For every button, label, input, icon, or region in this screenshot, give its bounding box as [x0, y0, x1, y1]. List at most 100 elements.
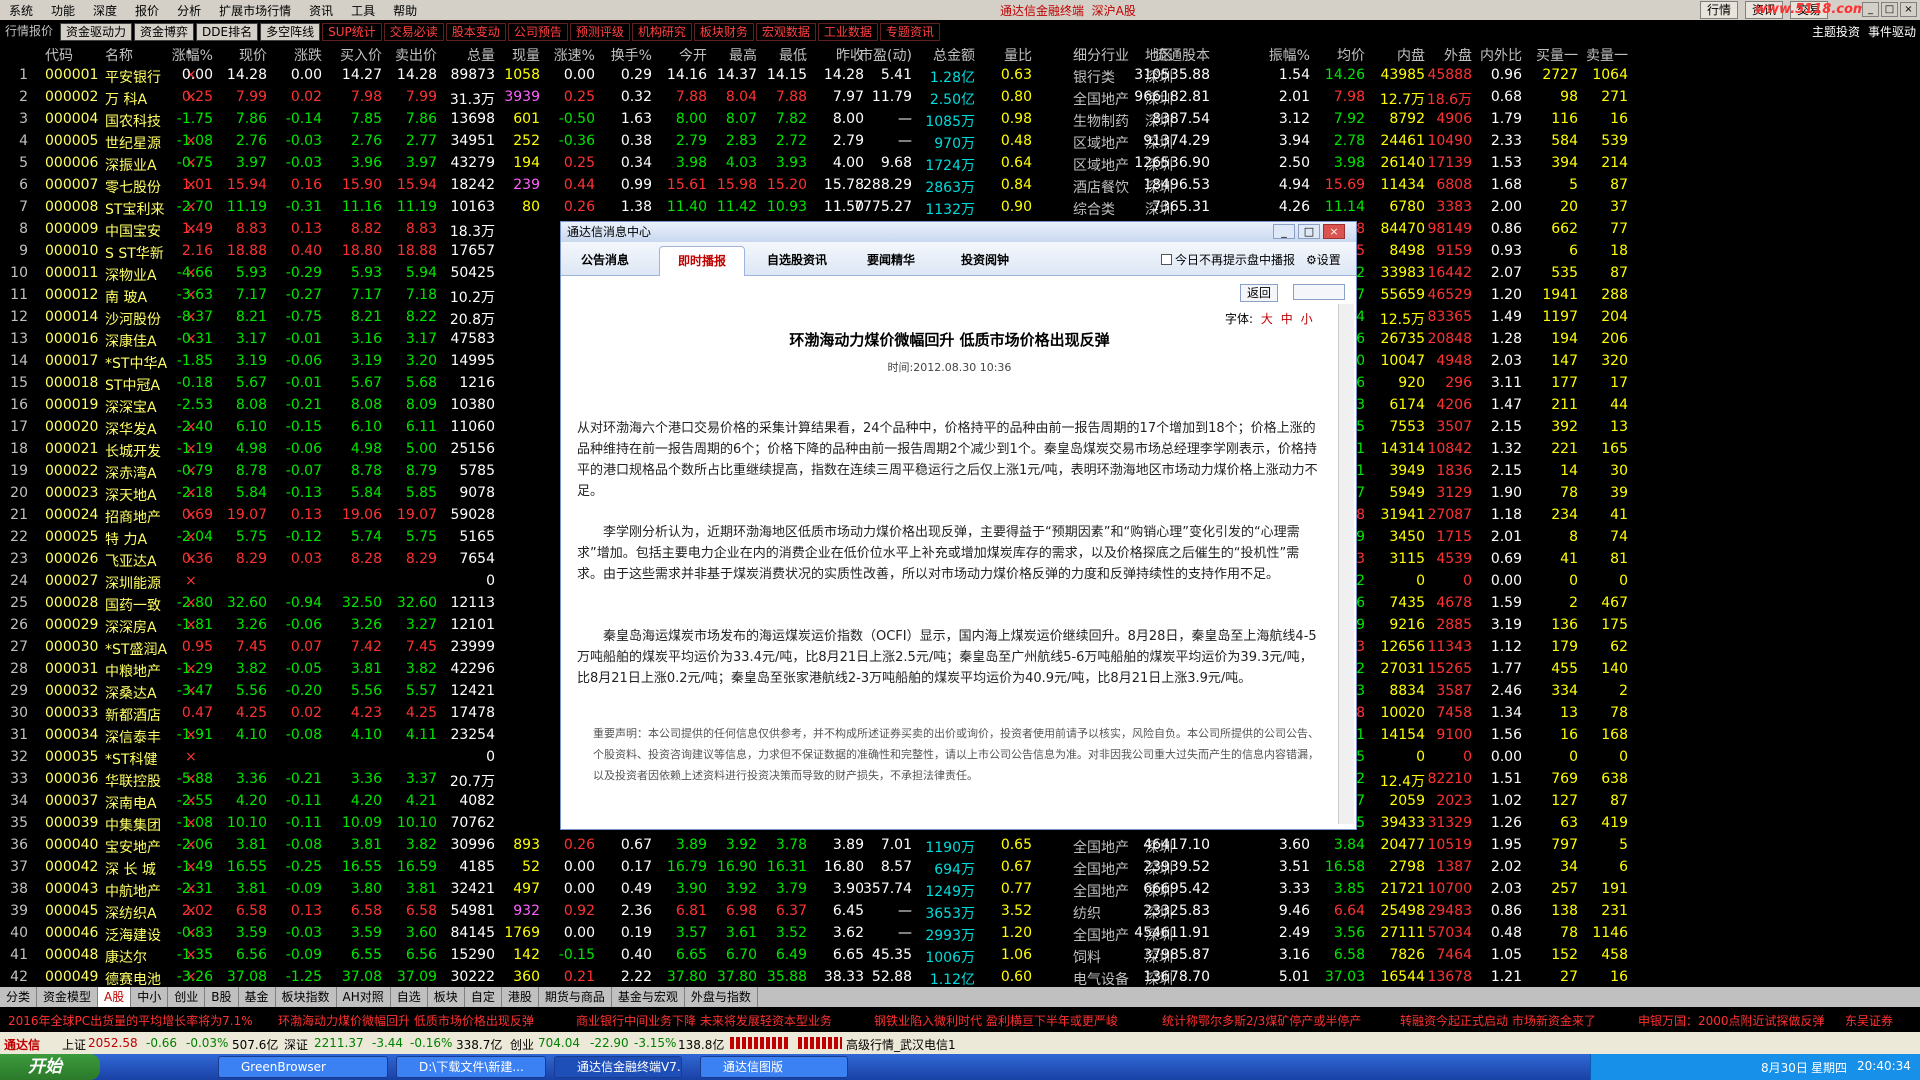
- function-tab[interactable]: 板块财务: [693, 22, 754, 41]
- menu-item[interactable]: 资讯: [300, 2, 342, 19]
- table-row[interactable]: 36 000040 宝安地产 × -2.06 3.81 -0.08 3.81 3.82 30996…: [0, 835, 1920, 857]
- view-mode-buttons[interactable]: [1293, 284, 1345, 300]
- market-tab[interactable]: 分类: [0, 987, 38, 1007]
- table-row[interactable]: 5 000006 深振业A × -0.75 3.97 -0.03 3.96 3.97 43279 1…: [0, 153, 1920, 175]
- theme-invest-link[interactable]: 主题投资: [1812, 23, 1860, 40]
- task-greenbrowser[interactable]: GreenBrowser: [218, 1056, 388, 1078]
- tab-investment-bell[interactable]: 投资阅钟: [961, 251, 1009, 268]
- column-header-cell[interactable]: 内外比: [1472, 45, 1522, 65]
- font-large[interactable]: 大: [1261, 312, 1273, 326]
- column-header-cell[interactable]: 买入价: [330, 45, 382, 65]
- column-header-cell[interactable]: 代码: [45, 45, 73, 65]
- minimize-icon[interactable]: _: [1862, 2, 1879, 17]
- function-tab[interactable]: 股本变动: [445, 22, 506, 41]
- table-row[interactable]: 1 000001 平安银行 × 0.00 14.28 0.00 14.27 14.28 89873…: [0, 65, 1920, 87]
- column-header-cell[interactable]: 现量: [490, 45, 540, 65]
- ticker-item[interactable]: 商业银行中间业务下降 未来将发展轻资本型业务: [576, 1012, 832, 1029]
- function-tab[interactable]: 工业数据: [817, 22, 878, 41]
- table-row[interactable]: 3 000004 国农科技 -1.75 7.86 -0.14 7.85 7.86 13698 60…: [0, 109, 1920, 131]
- task-explorer[interactable]: D:\下载文件\新建...: [396, 1056, 546, 1078]
- table-row[interactable]: 42 000049 德赛电池 × -3.26 37.08 -1.25 37.08 37.09 30…: [0, 967, 1920, 987]
- tab-announcements[interactable]: 公告消息: [581, 251, 629, 268]
- tab-live-broadcast[interactable]: 即时播报: [659, 246, 746, 276]
- menu-item[interactable]: 工具: [342, 2, 384, 19]
- tab-watchlist-news[interactable]: 自选股资讯: [767, 251, 827, 268]
- ticker-item[interactable]: 申银万国：2000点附近试探做反弹: [1638, 1012, 1825, 1029]
- maximize-icon[interactable]: □: [1881, 2, 1898, 17]
- market-tab[interactable]: 自选: [391, 987, 428, 1007]
- ticker-item[interactable]: 钢铁业陷入微利时代 盈利横亘下半年或更严峻: [874, 1012, 1118, 1029]
- market-tab[interactable]: 资金模型: [37, 987, 99, 1007]
- quote-mode-button[interactable]: 行情: [1700, 1, 1739, 19]
- function-tab[interactable]: 预测评级: [569, 22, 630, 41]
- ticker-item[interactable]: 2016年全球PC出货量的平均增长率将为7.1%: [8, 1012, 253, 1029]
- column-header-cell[interactable]: 卖出价: [381, 45, 437, 65]
- column-header-cell[interactable]: 总量: [443, 45, 495, 65]
- close-icon[interactable]: ×: [1900, 2, 1917, 17]
- column-header-cell[interactable]: 总金额: [923, 45, 975, 65]
- task-tdx-chart[interactable]: 通达信图版: [700, 1056, 848, 1078]
- market-tab[interactable]: 期货与商品: [539, 987, 612, 1007]
- task-tdx-terminal[interactable]: 通达信金融终端V7...: [554, 1056, 682, 1078]
- table-row[interactable]: 6 000007 零七股份 × 1.01 15.94 0.16 15.90 15.94 18242…: [0, 175, 1920, 197]
- start-button[interactable]: 开始: [0, 1054, 100, 1080]
- menu-item[interactable]: 功能: [42, 2, 84, 19]
- market-tab[interactable]: 基金: [239, 987, 276, 1007]
- market-tab[interactable]: 基金与宏观: [612, 987, 685, 1007]
- dialog-close-icon[interactable]: ×: [1323, 224, 1345, 239]
- function-tab[interactable]: 交易必读: [383, 22, 444, 41]
- function-tab[interactable]: 专题资讯: [879, 22, 940, 41]
- table-row[interactable]: 37 000042 深 长 城 × -1.49 16.55 -0.25 16.55 16.59 4…: [0, 857, 1920, 879]
- column-header-cell[interactable]: 买量一: [1530, 45, 1578, 65]
- function-tab[interactable]: 资金博弈: [134, 22, 195, 41]
- market-tab[interactable]: AH对照: [337, 987, 391, 1007]
- tab-headlines[interactable]: 要闻精华: [867, 251, 915, 268]
- market-tab[interactable]: 板块指数: [276, 987, 337, 1007]
- table-row[interactable]: 7 000008 ST宝利来 × -2.70 11.19 -0.31 11.16 11.19 10…: [0, 197, 1920, 219]
- market-tab[interactable]: B股: [205, 987, 239, 1007]
- no-remind-checkbox[interactable]: 今日不再提示盘中播报: [1161, 251, 1295, 268]
- ticker-item[interactable]: 东吴证券: [1845, 1012, 1893, 1029]
- dialog-minimize-icon[interactable]: _: [1273, 224, 1295, 239]
- table-row[interactable]: 38 000043 中航地产 × -2.31 3.81 -0.09 3.80 3.81 32421…: [0, 879, 1920, 901]
- column-header-cell[interactable]: 涨跌: [270, 45, 322, 65]
- menu-item[interactable]: 深度: [84, 2, 126, 19]
- menu-item[interactable]: 分析: [168, 2, 210, 19]
- function-tab[interactable]: 行情报价: [0, 22, 59, 41]
- table-row[interactable]: 2 000002 万 科A × 0.25 7.99 0.02 7.98 7.99 31.3万 393…: [0, 87, 1920, 109]
- market-tab[interactable]: 中小: [131, 987, 169, 1007]
- column-header-cell[interactable]: 换手%: [602, 45, 652, 65]
- settings-button[interactable]: ⚙设置: [1306, 251, 1341, 268]
- table-row[interactable]: 40 000046 泛海建设 × -0.83 3.59 -0.03 3.59 3.60 84145…: [0, 923, 1920, 945]
- column-header-cell[interactable]: 量比: [992, 45, 1032, 65]
- function-tab[interactable]: DDE排名: [196, 22, 259, 41]
- market-tab[interactable]: A股: [98, 987, 132, 1007]
- ticker-item[interactable]: 统计称鄂尔多斯2/3煤矿停产或半停产: [1162, 1012, 1361, 1029]
- menu-item[interactable]: 扩展市场行情: [210, 2, 300, 19]
- function-tab[interactable]: 多空阵线: [260, 22, 321, 41]
- column-header-cell[interactable]: 市盈(动): [850, 45, 912, 65]
- column-header-cell[interactable]: 均价: [1310, 45, 1365, 65]
- column-header-cell[interactable]: 今开: [657, 45, 707, 65]
- function-tab[interactable]: 宏观数据: [755, 22, 816, 41]
- ticker-item[interactable]: 环渤海动力煤价微幅回升 低质市场价格出现反弹: [278, 1012, 534, 1029]
- market-tab[interactable]: 外盘与指数: [685, 987, 758, 1007]
- column-header-cell[interactable]: 涨幅%: [163, 45, 213, 65]
- dialog-restore-icon[interactable]: □: [1298, 224, 1320, 239]
- column-header-cell[interactable]: 内盘: [1373, 45, 1425, 65]
- column-header-cell[interactable]: 卖量一: [1576, 45, 1628, 65]
- function-tab[interactable]: SUP统计: [322, 22, 382, 41]
- market-tab[interactable]: 港股: [502, 987, 539, 1007]
- ticker-item[interactable]: 转融资今起正式启动 市场新资金来了: [1400, 1012, 1596, 1029]
- table-row[interactable]: 4 000005 世纪星源 × -1.08 2.76 -0.03 2.76 2.77 34951 2…: [0, 131, 1920, 153]
- menu-item[interactable]: 帮助: [384, 2, 426, 19]
- column-header-cell[interactable]: 流通股本: [1098, 45, 1210, 65]
- function-tab[interactable]: 公司预告: [507, 22, 568, 41]
- event-driven-link[interactable]: 事件驱动: [1868, 23, 1916, 40]
- menu-item[interactable]: 系统: [0, 2, 42, 19]
- function-tab[interactable]: 机构研究: [631, 22, 692, 41]
- table-row[interactable]: 39 000045 深纺织A × 2.02 6.58 0.13 6.58 6.58 54981 93…: [0, 901, 1920, 923]
- column-header-cell[interactable]: 涨速%: [545, 45, 595, 65]
- menu-item[interactable]: 报价: [126, 2, 168, 19]
- column-header-cell[interactable]: 现价: [222, 45, 267, 65]
